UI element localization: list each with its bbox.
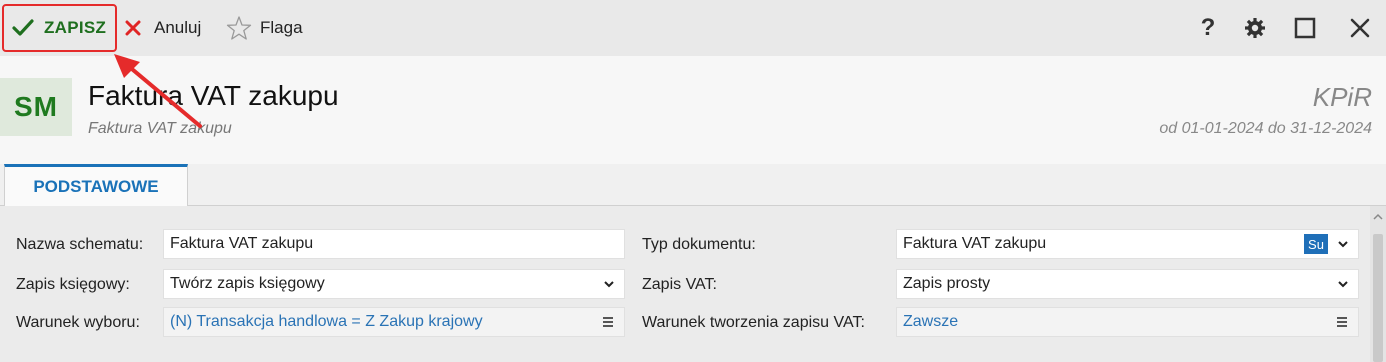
chevron-down-icon xyxy=(1338,281,1348,288)
maximize-icon xyxy=(1294,17,1316,39)
schema-name-input[interactable]: Faktura VAT zakupu xyxy=(163,229,625,259)
menu-icon[interactable] xyxy=(1336,316,1348,328)
period-range: od 01-01-2024 do 31-12-2024 xyxy=(1159,120,1372,137)
save-button-label: ZAPISZ xyxy=(44,18,107,37)
document-type-input[interactable]: Faktura VAT zakupu Su xyxy=(896,229,1359,259)
posting-select[interactable]: Twórz zapis księgowy xyxy=(163,269,625,299)
tab-bar: PODSTAWOWE xyxy=(0,164,1386,207)
module-name: KPiR xyxy=(1312,82,1372,112)
chevron-down-icon[interactable] xyxy=(1336,237,1350,251)
scroll-up-arrow[interactable] xyxy=(1370,210,1386,224)
document-type-badge[interactable]: Su xyxy=(1304,234,1328,254)
vat-condition-field[interactable]: Zawsze xyxy=(896,307,1359,337)
posting-label: Zapis księgowy: xyxy=(16,276,130,293)
form-panel: Nazwa schematu: Faktura VAT zakupu Zapis… xyxy=(0,206,1386,362)
avatar: SM xyxy=(0,78,72,136)
close-icon xyxy=(1350,18,1370,38)
document-type-label: Typ dokumentu: xyxy=(642,236,756,253)
gear-icon xyxy=(1245,18,1265,38)
flag-button-label: Flaga xyxy=(260,18,303,37)
vertical-scrollbar[interactable] xyxy=(1370,206,1386,362)
cancel-button-label: Anuluj xyxy=(154,18,202,37)
x-icon xyxy=(125,20,141,36)
tab-podstawowe[interactable]: PODSTAWOWE xyxy=(4,164,188,207)
scroll-thumb[interactable] xyxy=(1373,234,1383,362)
vat-entry-value: Zapis prosty xyxy=(903,275,991,292)
check-icon xyxy=(12,19,34,36)
selection-condition-field[interactable]: (N) Transakcja handlowa = Z Zakup krajow… xyxy=(163,307,625,337)
close-button[interactable] xyxy=(1340,0,1380,56)
star-icon xyxy=(226,16,252,40)
settings-button[interactable] xyxy=(1235,0,1275,56)
schema-name-value: Faktura VAT zakupu xyxy=(170,235,314,252)
save-button[interactable]: ZAPISZ xyxy=(2,4,117,52)
vat-entry-label: Zapis VAT: xyxy=(642,276,717,293)
selection-condition-link[interactable]: (N) Transakcja handlowa = Z Zakup krajow… xyxy=(170,313,483,331)
vat-condition-link[interactable]: Zawsze xyxy=(903,313,958,331)
help-icon: ? xyxy=(1200,14,1216,41)
vat-entry-select[interactable]: Zapis prosty xyxy=(896,269,1359,299)
menu-icon[interactable] xyxy=(602,316,614,328)
annotation-arrow xyxy=(114,54,202,128)
schema-name-label: Nazwa schematu: xyxy=(16,236,144,253)
posting-value: Twórz zapis księgowy xyxy=(170,275,325,292)
help-button[interactable]: ? xyxy=(1188,0,1228,56)
maximize-button[interactable] xyxy=(1285,0,1325,56)
selection-condition-label: Warunek wyboru: xyxy=(16,314,140,331)
vat-condition-label: Warunek tworzenia zapisu VAT: xyxy=(642,314,865,331)
chevron-down-icon xyxy=(604,281,614,288)
cancel-button[interactable]: Anuluj xyxy=(124,4,201,52)
flag-button[interactable]: Flaga xyxy=(226,4,303,52)
document-type-value: Faktura VAT zakupu xyxy=(903,235,1047,252)
